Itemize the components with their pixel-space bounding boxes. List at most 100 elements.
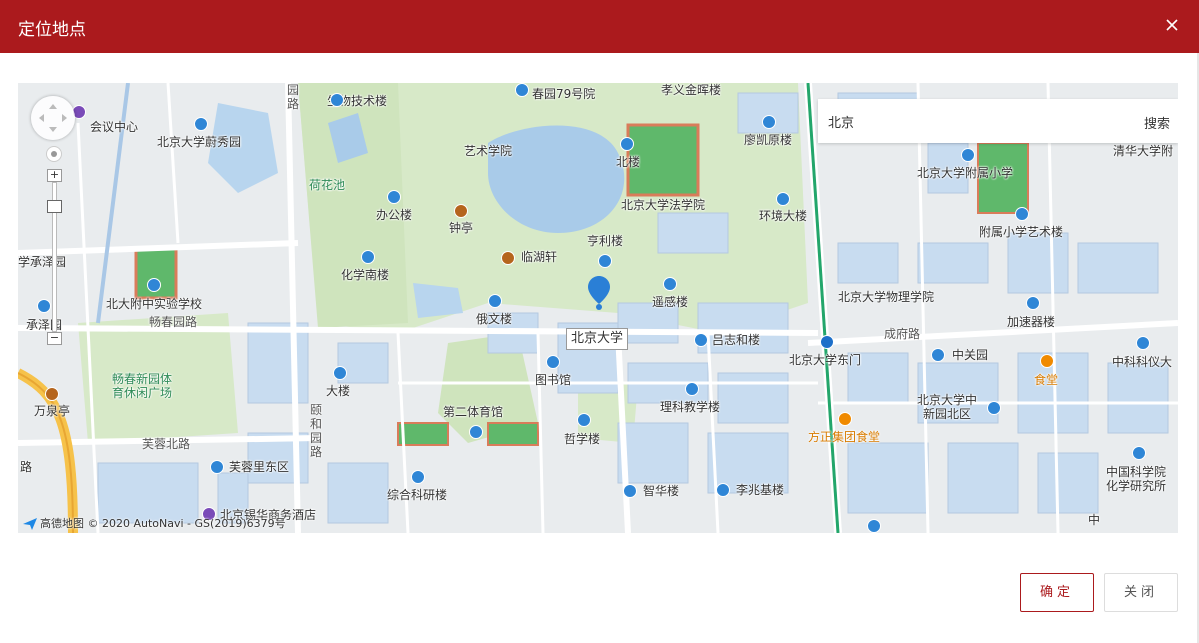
map-label: 北京大学法学院 [621, 198, 706, 212]
poi-icon [623, 484, 637, 498]
map-label: 李兆基楼 [736, 483, 785, 497]
poi-icon [620, 137, 634, 151]
poi-icon [1040, 354, 1054, 368]
poi-icon [515, 83, 529, 97]
map-label: 北大附中实验学校 [106, 297, 203, 311]
map-label: 方正集团食堂 [808, 430, 881, 444]
copyright-text: 高德地图 © 2020 AutoNavi - GS(2019)6379号 [40, 517, 286, 530]
map-label: 化学南楼 [341, 268, 390, 282]
poi-icon [1132, 446, 1146, 460]
poi-icon [210, 460, 224, 474]
location-marker-icon[interactable] [588, 276, 610, 310]
subway-icon [820, 335, 834, 349]
map-label: 路 [20, 460, 33, 474]
map-label: 芙蓉北路 [142, 437, 191, 451]
poi-icon [488, 294, 502, 308]
pan-control-icon[interactable] [31, 96, 75, 140]
dialog-header: 定位地点 [0, 0, 1199, 53]
poi-icon [961, 148, 975, 162]
poi-icon [45, 387, 59, 401]
poi-icon [411, 470, 425, 484]
locate-dialog: 定位地点 会议中心 北京大学蔚秀园 生物技术楼 园 路 春园79号院 孝义金晖楼… [0, 0, 1199, 643]
close-button[interactable]: 关闭 [1104, 573, 1178, 612]
map-label: 中关园 [952, 348, 989, 362]
map-label: 俄文楼 [476, 312, 513, 326]
map-label: 钟亭 [449, 221, 474, 235]
zoom-out-button[interactable]: − [47, 332, 62, 345]
map-label: 北京大学物理学院 [838, 290, 935, 304]
map-label: 图书馆 [535, 373, 572, 387]
poi-icon [194, 117, 208, 131]
poi-icon [469, 425, 483, 439]
poi-icon [147, 278, 161, 292]
map-canvas[interactable]: 会议中心 北京大学蔚秀园 生物技术楼 园 路 春园79号院 孝义金晖楼 艺术学院… [18, 83, 1178, 533]
poi-icon [37, 299, 51, 313]
map-label: 环境大楼 [759, 209, 808, 223]
poi-icon [663, 277, 677, 291]
map-label: 颐 和 园 路 [310, 403, 323, 459]
poi-icon [546, 355, 560, 369]
map-label: 艺术学院 [464, 144, 513, 158]
map-label: 综合科研楼 [387, 488, 448, 502]
map-label: 中 [1088, 513, 1101, 527]
map-label: 理科教学楼 [660, 400, 721, 414]
poi-icon [685, 382, 699, 396]
close-icon[interactable] [1161, 14, 1183, 36]
poi-icon [987, 401, 1001, 415]
map-label: 北京大学蔚秀园 [157, 135, 242, 149]
map-label: 智华楼 [643, 484, 680, 498]
poi-icon [931, 348, 945, 362]
map-label: 第二体育馆 [443, 405, 504, 419]
map-label: 办公楼 [376, 208, 413, 222]
map-label: 学承泽园 [18, 255, 67, 269]
map-label: 亨利楼 [587, 234, 624, 248]
map-copyright: 高德地图 © 2020 AutoNavi - GS(2019)6379号 [22, 515, 286, 531]
search-button[interactable]: 搜索 [1144, 113, 1170, 132]
map-label: 临湖轩 [521, 250, 558, 264]
poi-icon [1136, 336, 1150, 350]
map-label: 廖凯原楼 [744, 133, 793, 147]
poi-icon [694, 333, 708, 347]
marker-label: 北京大学 [566, 328, 629, 350]
map-label: 北京大学附属小学 [917, 166, 1014, 180]
map-label: 畅春园路 [149, 315, 198, 329]
search-input[interactable] [818, 99, 1118, 143]
map-label: 畅春新园体 育休闲广场 [112, 372, 173, 400]
map-label: 中国科学院 化学研究所 [1106, 465, 1167, 493]
map-label: 清华大学附 [1113, 144, 1174, 158]
map-label: 中科科仪大 [1112, 355, 1173, 369]
poi-icon [716, 483, 730, 497]
poi-icon [454, 204, 468, 218]
map-label: 春园79号院 [532, 87, 596, 101]
zoom-in-button[interactable]: + [47, 169, 62, 182]
map-label: 吕志和楼 [712, 333, 761, 347]
poi-icon [838, 412, 852, 426]
map-label: 北京大学东门 [789, 353, 862, 367]
zoom-slider-handle[interactable] [47, 200, 62, 213]
amap-logo-icon [23, 518, 37, 530]
poi-icon [330, 93, 344, 107]
poi-icon [577, 413, 591, 427]
map-label: 北楼 [616, 155, 641, 169]
map-label: 附属小学艺术楼 [979, 225, 1064, 239]
map-label: 万泉亭 [34, 404, 71, 418]
poi-icon [1026, 296, 1040, 310]
poi-icon [333, 366, 347, 380]
map-search-box: 搜索 [818, 99, 1178, 143]
map-label: 加速器楼 [1007, 315, 1056, 329]
poi-icon [867, 519, 881, 533]
dialog-title: 定位地点 [18, 20, 86, 40]
locate-me-icon[interactable] [46, 146, 62, 162]
map-label: 哲学楼 [564, 432, 601, 446]
poi-icon [361, 250, 375, 264]
map-label: 孝义金晖楼 [661, 83, 722, 97]
map-label: 北京大学中 新园北区 [917, 393, 978, 421]
map-label: 遥感楼 [652, 295, 689, 309]
poi-icon [598, 254, 612, 268]
map-label: 芙蓉里东区 [229, 460, 290, 474]
map-label: 会议中心 [90, 120, 139, 134]
confirm-button[interactable]: 确定 [1020, 573, 1094, 612]
poi-icon [776, 192, 790, 206]
map-label: 荷花池 [309, 178, 346, 192]
map-label: 园 路 [287, 83, 300, 111]
